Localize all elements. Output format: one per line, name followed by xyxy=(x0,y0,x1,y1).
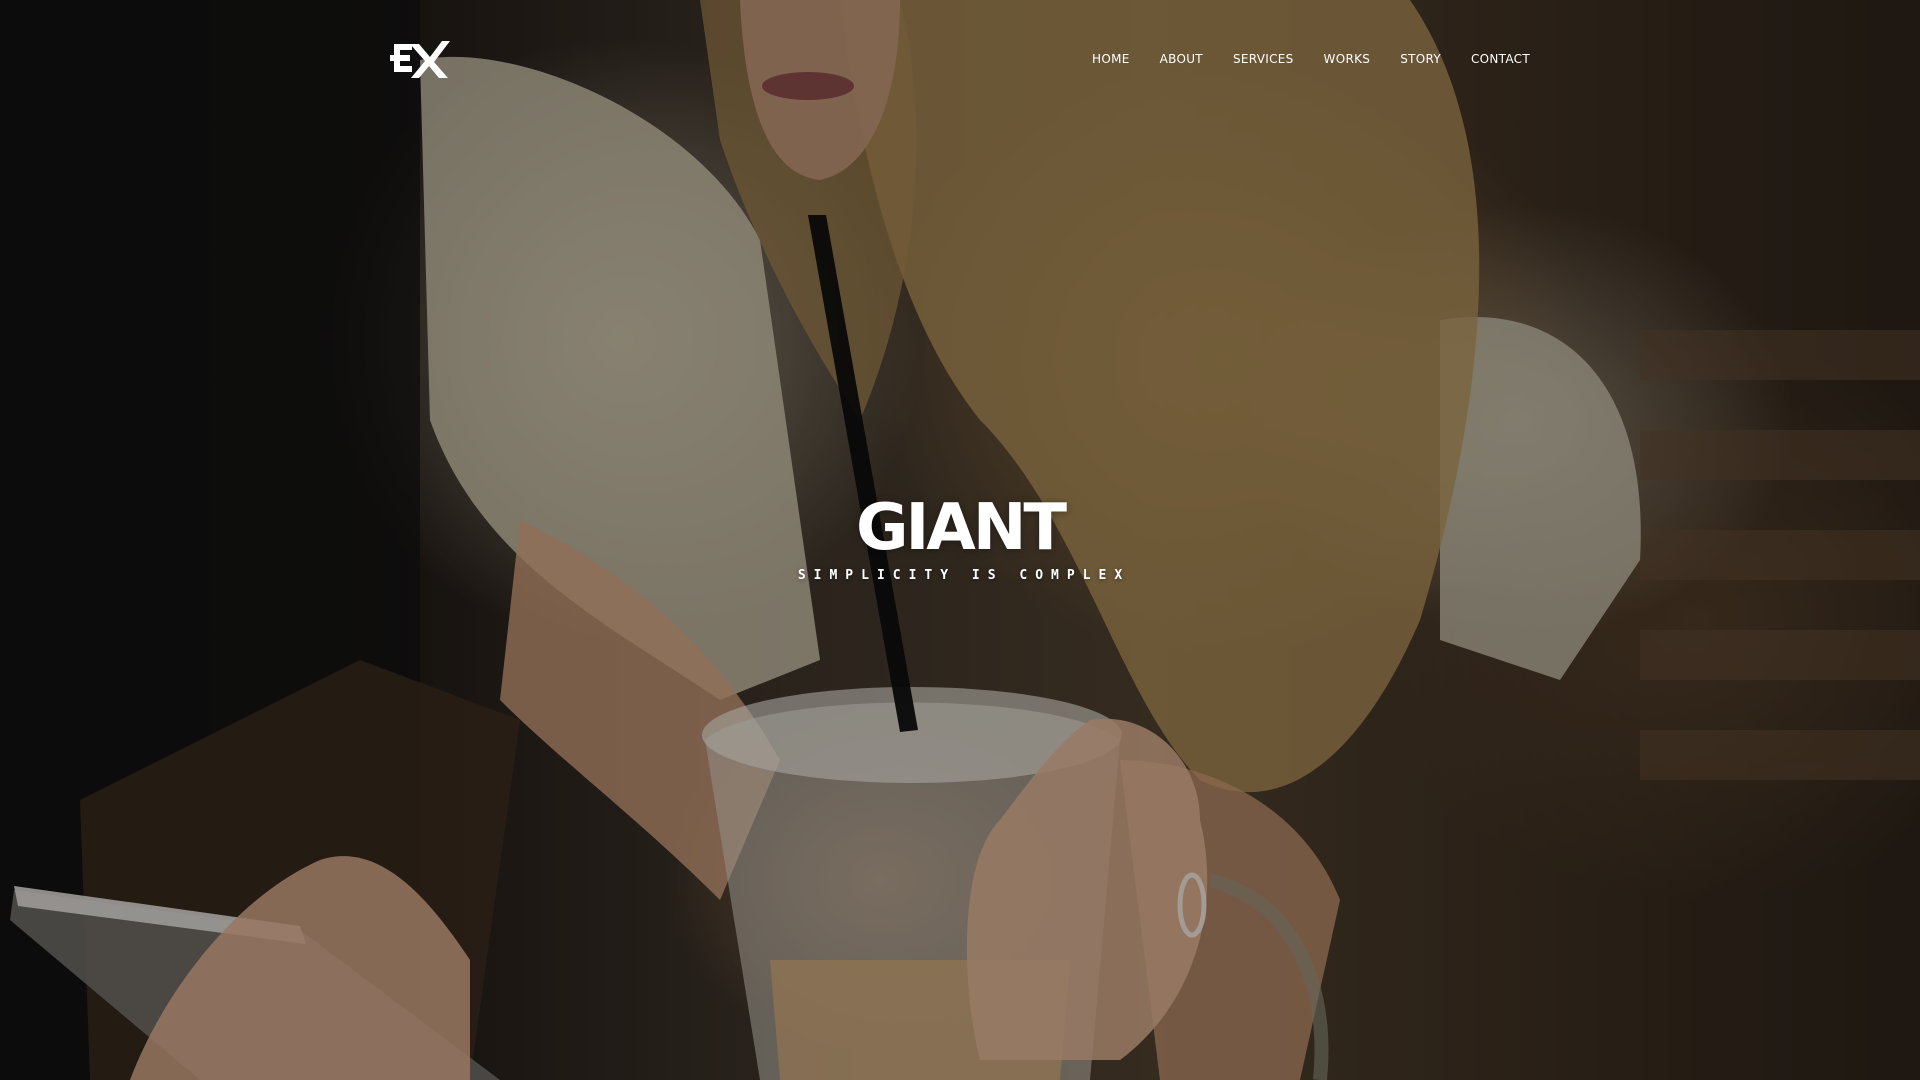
nav-item-services: SERVICES xyxy=(1233,50,1294,68)
nav-item-home: HOME xyxy=(1092,50,1130,68)
hero-section: HOME ABOUT SERVICES WORKS STORY CONTACT … xyxy=(0,0,1920,1080)
nav-link-story[interactable]: STORY xyxy=(1400,52,1441,66)
main-nav-menu: HOME ABOUT SERVICES WORKS STORY CONTACT xyxy=(1092,50,1530,68)
top-navbar: HOME ABOUT SERVICES WORKS STORY CONTACT xyxy=(0,0,1920,120)
hero-title: GIANT xyxy=(855,491,1067,565)
ex-logo-icon xyxy=(390,41,450,78)
brand-logo-link[interactable] xyxy=(390,40,450,78)
hero-content: GIANT SIMPLICITY IS COMPLEX xyxy=(0,490,1920,583)
nav-link-about[interactable]: ABOUT xyxy=(1160,52,1203,66)
hero-subtitle: SIMPLICITY IS COMPLEX xyxy=(797,568,1131,583)
nav-link-services[interactable]: SERVICES xyxy=(1233,52,1294,66)
nav-link-contact[interactable]: CONTACT xyxy=(1471,52,1530,66)
nav-item-contact: CONTACT xyxy=(1471,50,1530,68)
nav-item-about: ABOUT xyxy=(1160,50,1203,68)
nav-item-works: WORKS xyxy=(1324,50,1371,68)
nav-link-works[interactable]: WORKS xyxy=(1324,52,1371,66)
nav-link-home[interactable]: HOME xyxy=(1092,52,1130,66)
nav-item-story: STORY xyxy=(1400,50,1441,68)
